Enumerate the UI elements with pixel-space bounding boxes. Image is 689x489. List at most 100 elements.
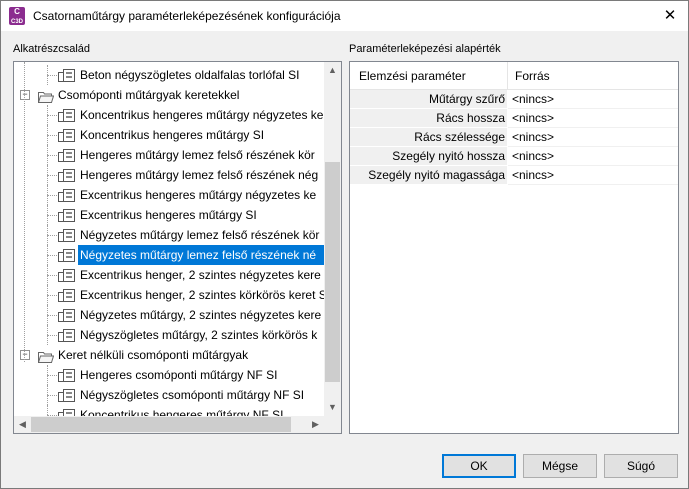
- tree-item-node[interactable]: Hengeres csomóponti műtárgy NF SI: [14, 365, 324, 385]
- structure-family-icon: [58, 288, 75, 302]
- tree-item-node[interactable]: Koncentrikus hengeres műtárgy négyzetes …: [14, 105, 327, 125]
- grid-row[interactable]: Műtárgy szűrő <nincs>: [350, 90, 678, 109]
- tree-item-node[interactable]: Excentrikus hengeres műtárgy SI: [14, 205, 324, 225]
- collapse-icon[interactable]: −: [20, 90, 30, 100]
- tree-guide-line: [47, 165, 48, 185]
- tree-item-node[interactable]: Excentrikus hengeres műtárgy négyzetes k…: [14, 185, 324, 205]
- tree-node-label: Négyszögletes csomóponti műtárgy NF SI: [80, 388, 305, 402]
- structure-family-icon: [58, 308, 75, 322]
- tree-item-node[interactable]: Excentrikus henger, 2 szintes négyzetes …: [14, 265, 324, 285]
- structure-family-icon: [58, 68, 75, 82]
- grid-cell-parameter: Rács szélessége: [350, 128, 507, 147]
- tree-guide-line: [47, 175, 57, 176]
- parameter-name: Szegély nyitó magassága: [368, 168, 505, 182]
- tree-item-node[interactable]: Excentrikus henger, 2 szintes körkörös k…: [14, 285, 330, 305]
- folder-open-icon: [37, 349, 55, 363]
- parameter-grid: Elemzési paraméter Forrás Műtárgy szűrő <…: [349, 61, 679, 434]
- column-divider: [507, 62, 508, 89]
- tree-item-node[interactable]: Koncentrikus hengeres műtárgy SI: [14, 125, 324, 145]
- tree-guide-line: [47, 265, 48, 285]
- tree-node-label: Beton négyszögletes oldalfalas torlófal …: [80, 68, 300, 82]
- tree-guide-line: [47, 395, 57, 396]
- grid-row[interactable]: Szegély nyitó magassága <nincs>: [350, 166, 678, 185]
- tree-node-label: Hengeres műtárgy lemez felső részének kö…: [80, 148, 315, 162]
- tree-item-node[interactable]: Négyszögletes műtárgy, 2 szintes körkörö…: [14, 325, 324, 345]
- grid-row[interactable]: Szegély nyitó hossza <nincs>: [350, 147, 678, 166]
- structure-family-icon: [58, 168, 75, 182]
- source-value: <nincs>: [512, 168, 555, 182]
- tree-item-node[interactable]: Négyszögletes csomóponti műtárgy NF SI: [14, 385, 324, 405]
- tree-node-label: Hengeres műtárgy lemez felső részének né…: [80, 168, 319, 182]
- scrollbar-thumb[interactable]: [325, 162, 340, 382]
- tree-guide-line: [47, 205, 48, 225]
- tree-guide-line: [47, 285, 48, 305]
- tree-vertical-scrollbar[interactable]: ▲ ▼: [324, 62, 341, 416]
- tree-guide-line: [47, 255, 57, 256]
- tree-guide-line: [47, 155, 57, 156]
- parameter-name: Szegély nyitó hossza: [392, 149, 505, 163]
- grid-cell-parameter: Rács hossza: [350, 109, 507, 128]
- title-bar: C C3D Csatornaműtárgy paraméterleképezésé…: [1, 1, 688, 31]
- cancel-button[interactable]: Mégse: [523, 454, 597, 478]
- scroll-left-icon[interactable]: ◀: [14, 416, 31, 433]
- tree-guide-line: [47, 275, 57, 276]
- tree-node-label: Négyzetes műtárgy lemez felső részének k…: [80, 228, 320, 242]
- tree-item-node[interactable]: Négyzetes műtárgy lemez felső részének n…: [14, 245, 326, 265]
- grid-cell-source[interactable]: <nincs>: [508, 128, 678, 147]
- structure-family-icon: [58, 208, 75, 222]
- tree-node-label: Csomóponti műtárgyak keretekkel: [58, 88, 240, 102]
- grid-cell-source[interactable]: <nincs>: [508, 147, 678, 166]
- dialog-window: C C3D Csatornaműtárgy paraméterleképezésé…: [0, 0, 689, 489]
- tree-guide-line: [47, 385, 48, 405]
- tree-guide-line: [47, 215, 57, 216]
- grid-row[interactable]: Rács hossza <nincs>: [350, 109, 678, 128]
- scroll-down-icon[interactable]: ▼: [324, 399, 341, 416]
- tree-guide-line: [47, 125, 48, 145]
- tree-folder-node[interactable]: − Csomóponti műtárgyak keretekkel: [14, 85, 324, 105]
- tree-item-node[interactable]: Hengeres műtárgy lemez felső részének kö…: [14, 145, 324, 165]
- tree-guide-line: [47, 115, 57, 116]
- tree-folder-node[interactable]: − Keret nélküli csomóponti műtárgyak: [14, 345, 324, 365]
- close-icon[interactable]: ✕: [657, 5, 683, 27]
- grid-cell-source[interactable]: <nincs>: [508, 166, 678, 185]
- ok-button[interactable]: OK: [442, 454, 516, 478]
- parameter-name: Rács hossza: [436, 111, 505, 125]
- folder-open-icon: [37, 89, 55, 103]
- tree-guide-line: [47, 75, 57, 76]
- source-value: <nincs>: [512, 130, 555, 144]
- tree-node-label: Négyzetes műtárgy lemez felső részének n…: [78, 245, 326, 265]
- column-header-parameter[interactable]: Elemzési paraméter: [359, 69, 466, 83]
- scrollbar-thumb[interactable]: [31, 417, 291, 432]
- grid-cell-source[interactable]: <nincs>: [508, 109, 678, 128]
- tree-guide-line: [47, 225, 48, 245]
- tree-node-label: Excentrikus henger, 2 szintes négyzetes …: [80, 268, 321, 282]
- parameter-name: Rács szélessége: [414, 130, 505, 144]
- grid-cell-parameter: Műtárgy szűrő: [350, 90, 507, 109]
- tree-guide-line: [47, 305, 48, 325]
- tree-item-node[interactable]: Beton négyszögletes oldalfalas torlófal …: [14, 65, 324, 85]
- tree-guide-line: [24, 62, 25, 362]
- tree-guide-line: [47, 235, 57, 236]
- tree-node-label: Hengeres csomóponti műtárgy NF SI: [80, 368, 278, 382]
- collapse-icon[interactable]: −: [20, 350, 30, 360]
- tree-item-node[interactable]: Négyzetes műtárgy lemez felső részének k…: [14, 225, 324, 245]
- column-header-source[interactable]: Forrás: [515, 69, 550, 83]
- app-icon: C C3D: [9, 7, 25, 25]
- part-family-tree[interactable]: Koncentrikus hengeres műtárgy NF SI Négys…: [13, 61, 342, 434]
- tree-item-node[interactable]: Hengeres műtárgy lemez felső részének né…: [14, 165, 324, 185]
- structure-family-icon: [58, 368, 75, 382]
- tree-item-node[interactable]: Négyzetes műtárgy, 2 szintes négyzetes k…: [14, 305, 324, 325]
- scroll-up-icon[interactable]: ▲: [324, 62, 341, 79]
- grid-row[interactable]: Rács szélessége <nincs>: [350, 128, 678, 147]
- tree-node-label: Koncentrikus hengeres műtárgy SI: [80, 128, 265, 142]
- tree-guide-line: [47, 135, 57, 136]
- structure-family-icon: [58, 228, 75, 242]
- scroll-right-icon[interactable]: ▶: [307, 416, 324, 433]
- window-title: Csatornaműtárgy paraméterleképezésének k…: [33, 9, 341, 23]
- tree-guide-line: [47, 185, 48, 205]
- tree-horizontal-scrollbar[interactable]: ◀ ▶: [14, 416, 324, 433]
- grid-cell-source[interactable]: <nincs>: [508, 90, 678, 109]
- tree-guide-line: [47, 145, 48, 165]
- structure-family-icon: [58, 108, 75, 122]
- help-button[interactable]: Súgó: [604, 454, 678, 478]
